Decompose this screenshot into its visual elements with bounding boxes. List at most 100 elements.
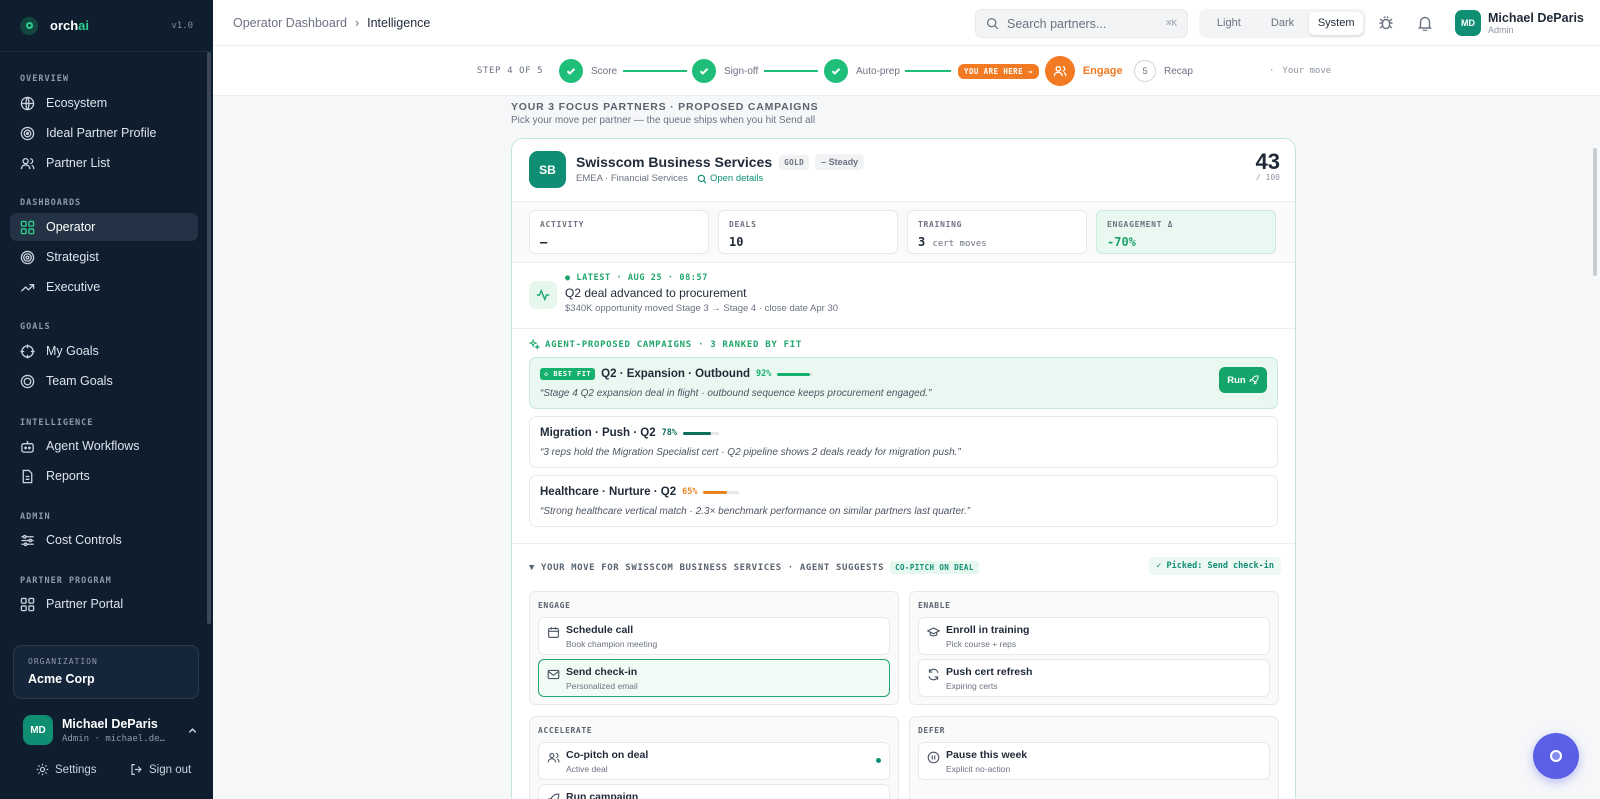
option-title: Pause this week: [946, 749, 1028, 761]
metric-value: 10: [729, 235, 744, 249]
your-move-heading[interactable]: ▼ YOUR MOVE FOR SWISSCOM BUSINESS SERVIC…: [529, 563, 884, 573]
step-recap[interactable]: 5 Recap: [1134, 46, 1193, 96]
latest-tag: ● LATEST · AUG 25 · 08:57: [565, 273, 708, 283]
sidebar-item-my-goals[interactable]: My Goals: [10, 337, 198, 365]
mail-icon: [547, 669, 560, 680]
breadcrumb-current: Intelligence: [367, 15, 431, 30]
logo-icon: [20, 16, 38, 35]
sidebar-item-team-goals[interactable]: Team Goals: [10, 367, 198, 395]
breadcrumb-parent[interactable]: Operator Dashboard: [233, 16, 347, 30]
bug-icon[interactable]: [1378, 15, 1394, 31]
section-goals: GOALS: [20, 322, 51, 332]
avatar: MD: [23, 715, 53, 745]
your-move-note: · Your move: [1269, 66, 1332, 76]
option-push-cert-refresh[interactable]: Push cert refresh Expiring certs: [918, 659, 1270, 697]
run-campaign-button[interactable]: Run: [1219, 367, 1267, 393]
step-auto-prep[interactable]: Auto-prep: [824, 46, 900, 96]
option-sub: Pick course + reps: [946, 639, 1017, 649]
sidebar-item-partner-portal[interactable]: Partner Portal: [10, 590, 198, 618]
sidebar-item-reports[interactable]: Reports: [10, 462, 198, 490]
section-intelligence: INTELLIGENCE: [20, 418, 94, 428]
focus-subheading: Pick your move per partner — the queue s…: [511, 115, 816, 126]
settings-button[interactable]: Settings: [36, 763, 97, 776]
main-scrollbar[interactable]: [1593, 148, 1597, 276]
workflow-stepper: STEP 4 OF 5 Score Sign-off Auto-prep YOU…: [213, 46, 1600, 96]
sidebar-user[interactable]: MD Michael DeParis Admin · michael.de…: [23, 715, 198, 745]
chevron-up-icon[interactable]: [187, 725, 198, 736]
sidebar-item-label: Team Goals: [46, 374, 113, 388]
header-user-menu[interactable]: MD Michael DeParis Admin: [1455, 10, 1584, 36]
calendar-icon: [548, 627, 559, 638]
metric-engagement-delta: ENGAGEMENT Δ -70%: [1096, 210, 1276, 254]
log-out-icon: [131, 764, 142, 775]
metric-label: DEALS: [729, 220, 757, 229]
sidebar-item-label: Reports: [46, 469, 90, 483]
open-details-link[interactable]: Open details: [697, 173, 763, 184]
section-dashboards: DASHBOARDS: [20, 198, 82, 208]
option-pause-this-week[interactable]: Pause this week Explicit no-action: [918, 742, 1270, 780]
assistant-fab-button[interactable]: [1533, 733, 1579, 779]
top-header: Operator Dashboard › Intelligence Search…: [213, 0, 1600, 46]
logo-accent: ai: [78, 18, 90, 33]
sidebar-item-label: Partner Portal: [46, 597, 124, 611]
sidebar-item-label: Cost Controls: [46, 533, 122, 547]
theme-dark[interactable]: Dark: [1256, 12, 1310, 35]
user-name: Michael DeParis: [62, 716, 158, 731]
bell-icon[interactable]: [1417, 15, 1433, 31]
sign-out-button[interactable]: Sign out: [130, 763, 191, 776]
fit-bar: [703, 490, 740, 494]
assistant-icon: [1550, 750, 1562, 762]
score-max: / 100: [1255, 173, 1280, 182]
option-schedule-call[interactable]: Schedule call Book champion meeting: [538, 617, 890, 655]
sidebar-item-cost-controls[interactable]: Cost Controls: [10, 526, 198, 554]
metric-value: 3: [918, 235, 926, 249]
focus-heading: YOUR 3 FOCUS PARTNERS · PROPOSED CAMPAIG…: [511, 101, 819, 113]
latest-activity: ● LATEST · AUG 25 · 08:57 Q2 deal advanc…: [512, 263, 1295, 329]
fit-percent: 92%: [756, 369, 772, 379]
section-admin: ADMIN: [20, 512, 51, 522]
sidebar-item-partner-list[interactable]: Partner List: [10, 149, 198, 177]
section-partner-program: PARTNER PROGRAM: [20, 576, 112, 586]
step-engage[interactable]: YOU ARE HERE → Engage: [958, 46, 1123, 96]
metric-training: TRAINING 3 cert moves: [907, 210, 1087, 254]
option-enroll-in-training[interactable]: Enroll in training Pick course + reps: [918, 617, 1270, 655]
organization-switcher[interactable]: ORGANIZATION Acme Corp: [13, 645, 199, 699]
campaign-card[interactable]: Migration · Push · Q2 78% “3 reps hold t…: [529, 416, 1278, 468]
sidebar-item-ecosystem[interactable]: Ecosystem: [10, 89, 198, 117]
activity-pulse-icon: [529, 281, 557, 309]
sidebar-scrollbar[interactable]: [207, 52, 211, 624]
users-icon: [20, 157, 35, 169]
group-enable: ENABLE Enroll in training Pick course + …: [909, 591, 1279, 705]
campaigns-heading: AGENT-PROPOSED CAMPAIGNS · 3 RANKED BY F…: [545, 339, 802, 350]
search-input[interactable]: Search partners... ⌘K: [975, 9, 1188, 38]
partner-avatar: SB: [529, 151, 566, 188]
campaign-rationale: “3 reps hold the Migration Specialist ce…: [540, 447, 961, 458]
your-move-text: Your move: [1282, 66, 1332, 76]
campaign-card-best-fit[interactable]: ◇ BEST FIT Q2 · Expansion · Outbound 92%…: [529, 357, 1278, 409]
step-sign-off[interactable]: Sign-off: [692, 46, 758, 96]
avatar: MD: [1455, 10, 1481, 36]
campaign-card[interactable]: Healthcare · Nurture · Q2 65% “Strong he…: [529, 475, 1278, 527]
group-defer: DEFER Pause this week Explicit no-action: [909, 716, 1279, 799]
step-score[interactable]: Score: [559, 46, 617, 96]
fit-percent: 65%: [682, 487, 698, 497]
sign-out-label: Sign out: [149, 763, 192, 776]
sidebar-item-ideal-partner-profile[interactable]: Ideal Partner Profile: [10, 119, 198, 147]
theme-system[interactable]: System: [1309, 12, 1364, 35]
option-co-pitch-on-deal[interactable]: Co-pitch on deal Active deal: [538, 742, 890, 780]
option-send-check-in[interactable]: Send check-in Personalized email: [538, 659, 890, 697]
sidebar-item-label: Agent Workflows: [46, 439, 140, 453]
option-sub: Expiring certs: [946, 681, 998, 691]
theme-light[interactable]: Light: [1202, 12, 1256, 35]
option-run-campaign[interactable]: Run campaign: [538, 784, 890, 799]
trending-up-icon: [20, 283, 35, 292]
sidebar-item-executive[interactable]: Executive: [10, 273, 198, 301]
sidebar-item-operator[interactable]: Operator: [10, 213, 198, 241]
step-connector: [623, 70, 687, 72]
header-user-name: Michael DeParis: [1488, 11, 1584, 25]
option-title: Enroll in training: [946, 624, 1030, 636]
sidebar-item-agent-workflows[interactable]: Agent Workflows: [10, 432, 198, 460]
logo[interactable]: orchai v1.0: [0, 0, 213, 52]
search-icon: [697, 174, 707, 183]
sidebar-item-strategist[interactable]: Strategist: [10, 243, 198, 271]
